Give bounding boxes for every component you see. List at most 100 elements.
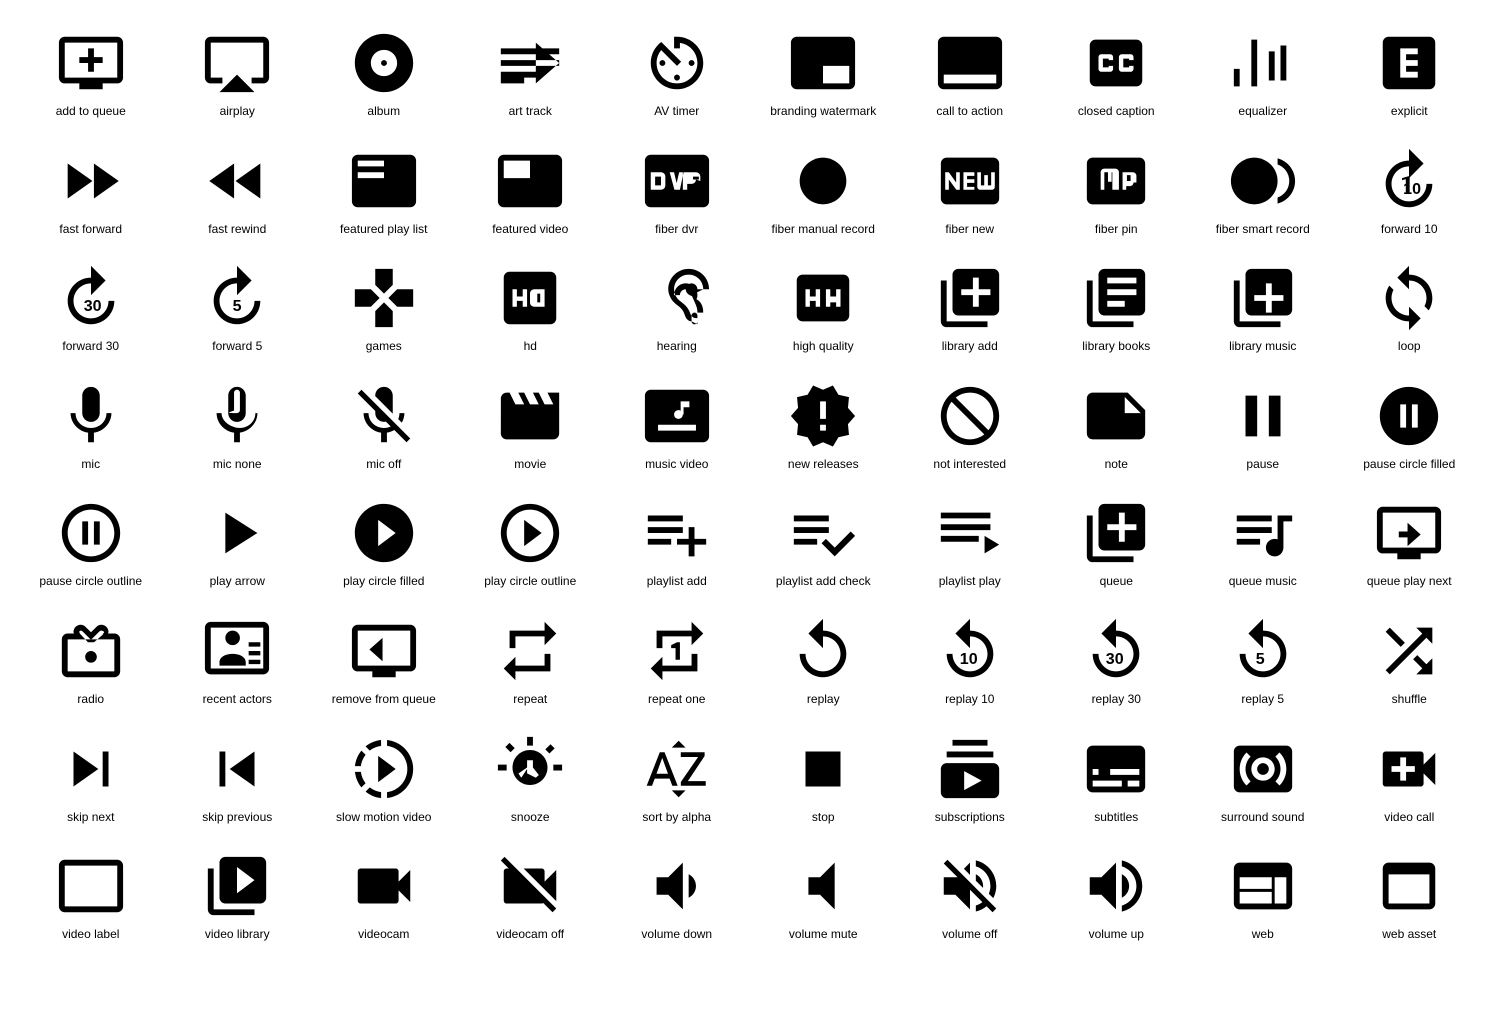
subscriptions-label: subscriptions (935, 810, 1005, 826)
icon-cell-video-library: video library (167, 843, 309, 951)
hearing-label: hearing (657, 339, 697, 355)
album-label: album (367, 104, 400, 120)
volume-mute-label: volume mute (789, 927, 858, 943)
icon-cell-forward-5: 5 forward 5 (167, 255, 309, 363)
icon-cell-forward-30: 30 forward 30 (20, 255, 162, 363)
slow-motion-video-icon (349, 734, 419, 804)
fiber-pin-icon (1081, 146, 1151, 216)
mic-none-label: mic none (213, 457, 262, 473)
icon-cell-games: games (313, 255, 455, 363)
icon-cell-skip-previous: skip previous (167, 726, 309, 834)
icon-cell-art-track: art track (460, 20, 602, 128)
icon-grid: add to queue airplay album art track AV … (20, 20, 1480, 951)
shuffle-icon (1374, 616, 1444, 686)
videocam-off-icon (495, 851, 565, 921)
movie-label: movie (514, 457, 546, 473)
icon-cell-snooze: snooze (460, 726, 602, 834)
skip-next-icon (56, 734, 126, 804)
remove-from-queue-icon (349, 616, 419, 686)
icon-cell-volume-up: volume up (1046, 843, 1188, 951)
call-to-action-label: call to action (936, 104, 1003, 120)
icon-cell-fiber-dvr: fiber dvr (606, 138, 748, 246)
skip-previous-icon (202, 734, 272, 804)
icon-cell-playlist-add: playlist add (606, 490, 748, 598)
video-call-label: video call (1384, 810, 1434, 826)
hd-icon (495, 263, 565, 333)
icon-cell-surround-sound: surround sound (1192, 726, 1334, 834)
queue-play-next-icon (1374, 498, 1444, 568)
icon-cell-hd: hd (460, 255, 602, 363)
pause-circle-outline-icon (56, 498, 126, 568)
icon-cell-movie: movie (460, 373, 602, 481)
icon-cell-forward-10: 10 forward 10 (1339, 138, 1481, 246)
icon-cell-add-to-queue: add to queue (20, 20, 162, 128)
videocam-icon (349, 851, 419, 921)
video-library-label: video library (205, 927, 270, 943)
repeat-label: repeat (513, 692, 547, 708)
icon-cell-play-circle-outline: play circle outline (460, 490, 602, 598)
featured-video-label: featured video (492, 222, 568, 238)
replay-30-label: replay 30 (1092, 692, 1141, 708)
icon-cell-music-video: music video (606, 373, 748, 481)
featured-play-list-icon (349, 146, 419, 216)
icon-cell-video-label: video label (20, 843, 162, 951)
library-add-label: library add (942, 339, 998, 355)
fiber-pin-label: fiber pin (1095, 222, 1138, 238)
icon-cell-queue-music: queue music (1192, 490, 1334, 598)
subscriptions-icon (935, 734, 1005, 804)
svg-text:5: 5 (233, 297, 242, 315)
airplay-icon (202, 28, 272, 98)
fiber-smart-record-label: fiber smart record (1216, 222, 1310, 238)
web-asset-icon (1374, 851, 1444, 921)
svg-text:30: 30 (83, 297, 101, 315)
icon-cell-loop: loop (1339, 255, 1481, 363)
play-arrow-icon (202, 498, 272, 568)
library-books-icon (1081, 263, 1151, 333)
fiber-dvr-label: fiber dvr (655, 222, 698, 238)
icon-cell-fiber-new: fiber new (899, 138, 1041, 246)
icon-cell-videocam: videocam (313, 843, 455, 951)
icon-cell-av-timer: AV timer (606, 20, 748, 128)
play-circle-filled-label: play circle filled (343, 574, 424, 590)
play-circle-outline-label: play circle outline (484, 574, 576, 590)
icon-cell-volume-off: volume off (899, 843, 1041, 951)
icon-cell-fast-forward: fast forward (20, 138, 162, 246)
svg-text:5: 5 (1255, 650, 1264, 668)
pause-circle-filled-icon (1374, 381, 1444, 451)
volume-down-icon (642, 851, 712, 921)
queue-music-icon (1228, 498, 1298, 568)
fast-rewind-label: fast rewind (208, 222, 266, 238)
play-circle-outline-icon (495, 498, 565, 568)
icon-cell-volume-mute: volume mute (753, 843, 895, 951)
movie-icon (495, 381, 565, 451)
stop-label: stop (812, 810, 835, 826)
replay-5-label: replay 5 (1241, 692, 1284, 708)
note-icon (1081, 381, 1151, 451)
icon-cell-mic-off: mic off (313, 373, 455, 481)
icon-cell-featured-play-list: featured play list (313, 138, 455, 246)
mic-label: mic (81, 457, 100, 473)
sort-by-alpha-icon (642, 734, 712, 804)
slow-motion-video-label: slow motion video (336, 810, 431, 826)
videocam-label: videocam (358, 927, 409, 943)
svg-text:10: 10 (1403, 180, 1421, 198)
playlist-add-label: playlist add (647, 574, 707, 590)
icon-cell-not-interested: not interested (899, 373, 1041, 481)
fast-forward-icon (56, 146, 126, 216)
forward-10-label: forward 10 (1381, 222, 1438, 238)
high-quality-label: high quality (793, 339, 854, 355)
library-add-icon (935, 263, 1005, 333)
icon-cell-sort-by-alpha: sort by alpha (606, 726, 748, 834)
branding-watermark-icon (788, 28, 858, 98)
volume-down-label: volume down (641, 927, 712, 943)
hearing-icon (642, 263, 712, 333)
web-asset-label: web asset (1382, 927, 1436, 943)
volume-off-label: volume off (942, 927, 997, 943)
not-interested-label: not interested (933, 457, 1006, 473)
hd-label: hd (524, 339, 537, 355)
replay-5-icon: 5 (1228, 616, 1298, 686)
fast-forward-label: fast forward (59, 222, 122, 238)
icon-cell-playlist-add-check: playlist add check (753, 490, 895, 598)
av-timer-label: AV timer (654, 104, 699, 120)
music-video-label: music video (645, 457, 708, 473)
